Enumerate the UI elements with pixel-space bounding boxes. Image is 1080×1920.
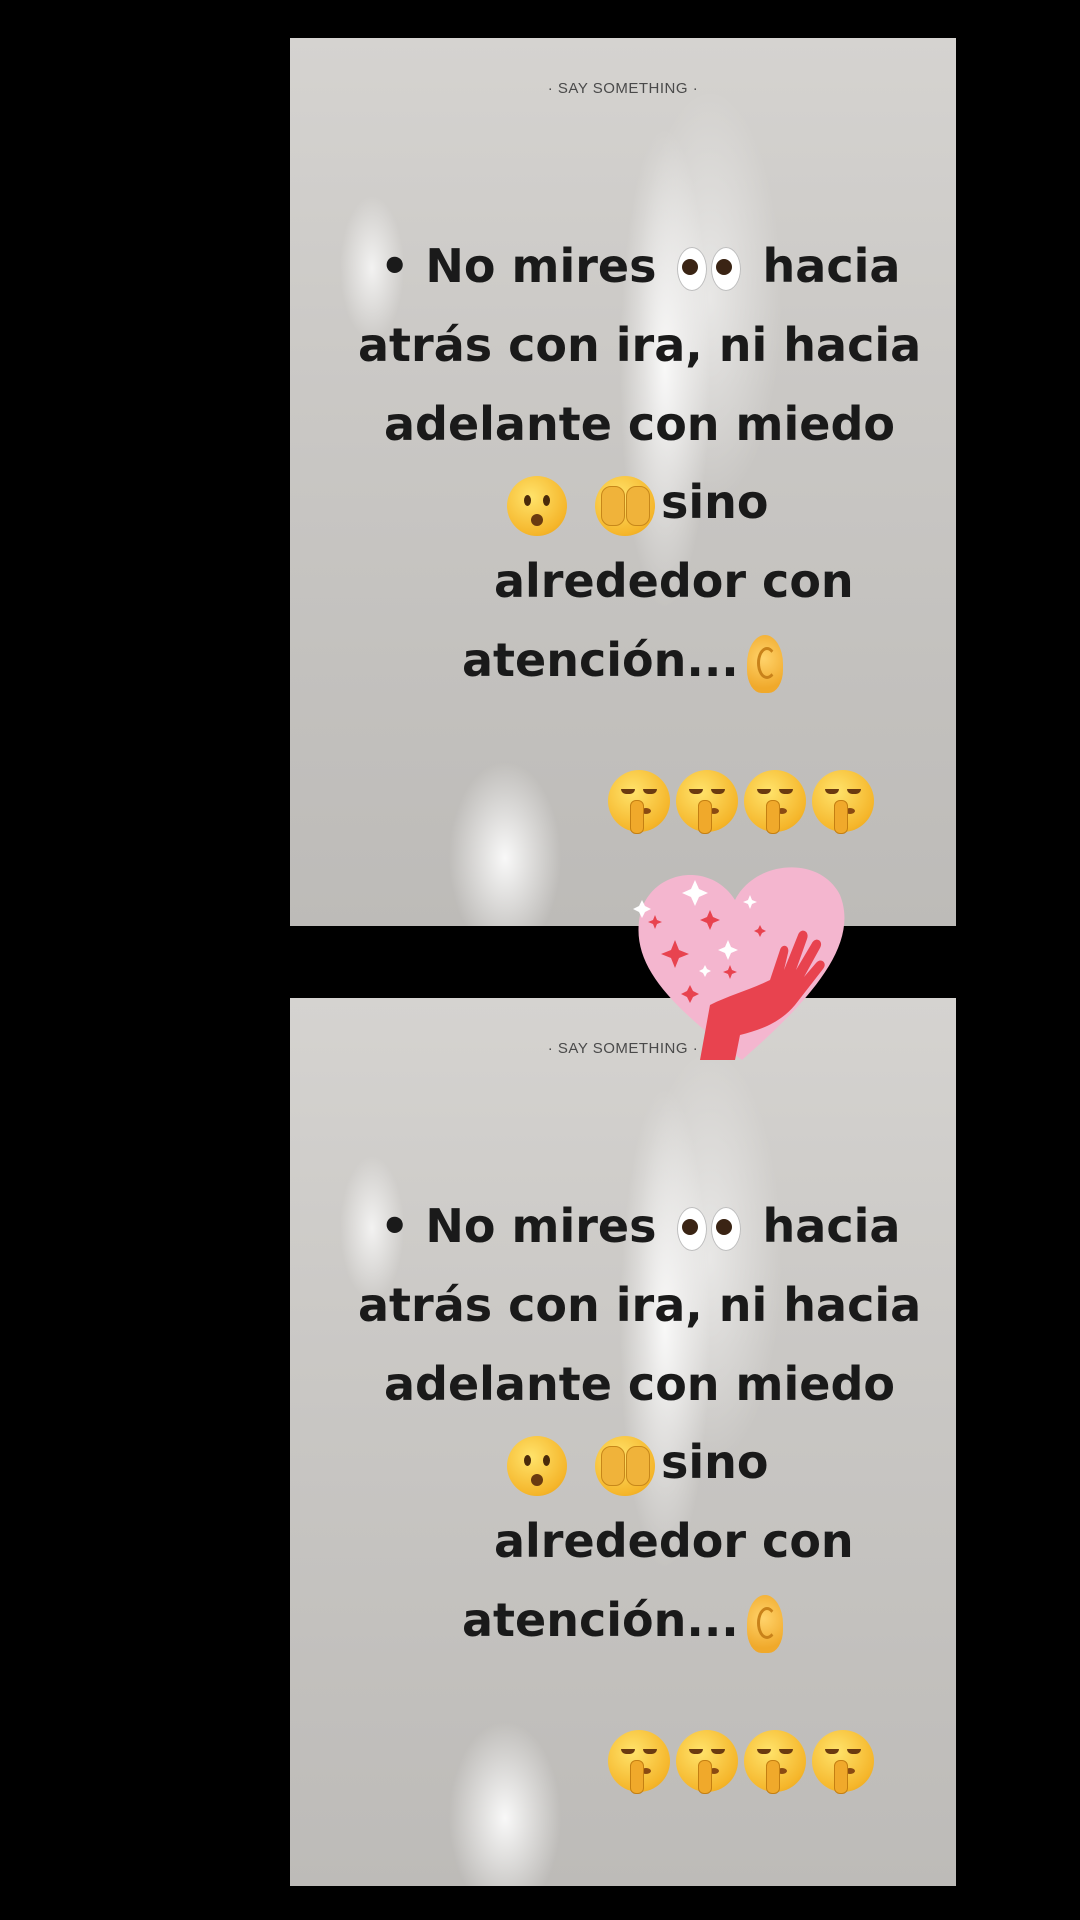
quote-line-6-text: atención... bbox=[462, 1593, 739, 1647]
quote-line-1b: hacia bbox=[762, 239, 901, 293]
shushing-face-icon bbox=[744, 1730, 806, 1794]
worried-face-icon bbox=[507, 475, 567, 536]
shushing-face-icon bbox=[676, 1730, 738, 1794]
quote-line-4-text: sino bbox=[661, 1435, 769, 1489]
quote-line-2: atrás con ira, ni hacia bbox=[358, 1278, 922, 1332]
quote-line-4: sino bbox=[501, 474, 769, 536]
ear-icon bbox=[746, 1594, 783, 1653]
brand-watermark: · SAY SOMETHING · bbox=[547, 80, 699, 97]
quote-line-5: alrededor con bbox=[494, 1514, 854, 1568]
eyes-icon bbox=[676, 245, 743, 295]
quote-line-1: • No mires hacia bbox=[380, 238, 900, 295]
eyes-icon bbox=[676, 1205, 743, 1255]
quote-line-2: atrás con ira, ni hacia bbox=[358, 318, 922, 372]
shushing-face-row bbox=[608, 770, 880, 834]
post-card-bottom: · SAY SOMETHING · • No mires hacia atrás… bbox=[290, 998, 956, 1886]
quote-line-6-text: atención... bbox=[462, 633, 739, 687]
shushing-face-icon bbox=[812, 1730, 874, 1794]
shushing-face-row bbox=[608, 1730, 880, 1794]
quote-line-1a: • No mires bbox=[380, 239, 657, 293]
quote-line-1a: • No mires bbox=[380, 1199, 657, 1253]
quote-line-6: atención... bbox=[462, 632, 783, 693]
quote-line-3: adelante con miedo bbox=[384, 397, 895, 451]
quote-line-4: sino bbox=[501, 1434, 769, 1496]
shushing-face-icon bbox=[812, 770, 874, 834]
post-card-top: · SAY SOMETHING · • No mires hacia atrás… bbox=[290, 38, 956, 926]
face-with-hand-over-mouth-icon bbox=[595, 475, 656, 536]
shushing-face-icon bbox=[608, 1730, 670, 1794]
quote-line-1: • No mires hacia bbox=[380, 1198, 900, 1255]
quote-line-5: alrededor con bbox=[494, 554, 854, 608]
quote-line-4-text: sino bbox=[661, 475, 769, 529]
face-with-hand-over-mouth-icon bbox=[595, 1435, 656, 1496]
brand-watermark: · SAY SOMETHING · bbox=[547, 1040, 699, 1057]
heart-hand-sparkles-icon bbox=[633, 867, 845, 1060]
shushing-face-icon bbox=[676, 770, 738, 834]
worried-face-icon bbox=[507, 1435, 567, 1496]
shushing-face-icon bbox=[744, 770, 806, 834]
ear-icon bbox=[746, 634, 783, 693]
shushing-face-icon bbox=[608, 770, 670, 834]
quote-line-3: adelante con miedo bbox=[384, 1357, 895, 1411]
quote-line-1b: hacia bbox=[762, 1199, 901, 1253]
quote-line-6: atención... bbox=[462, 1592, 783, 1653]
